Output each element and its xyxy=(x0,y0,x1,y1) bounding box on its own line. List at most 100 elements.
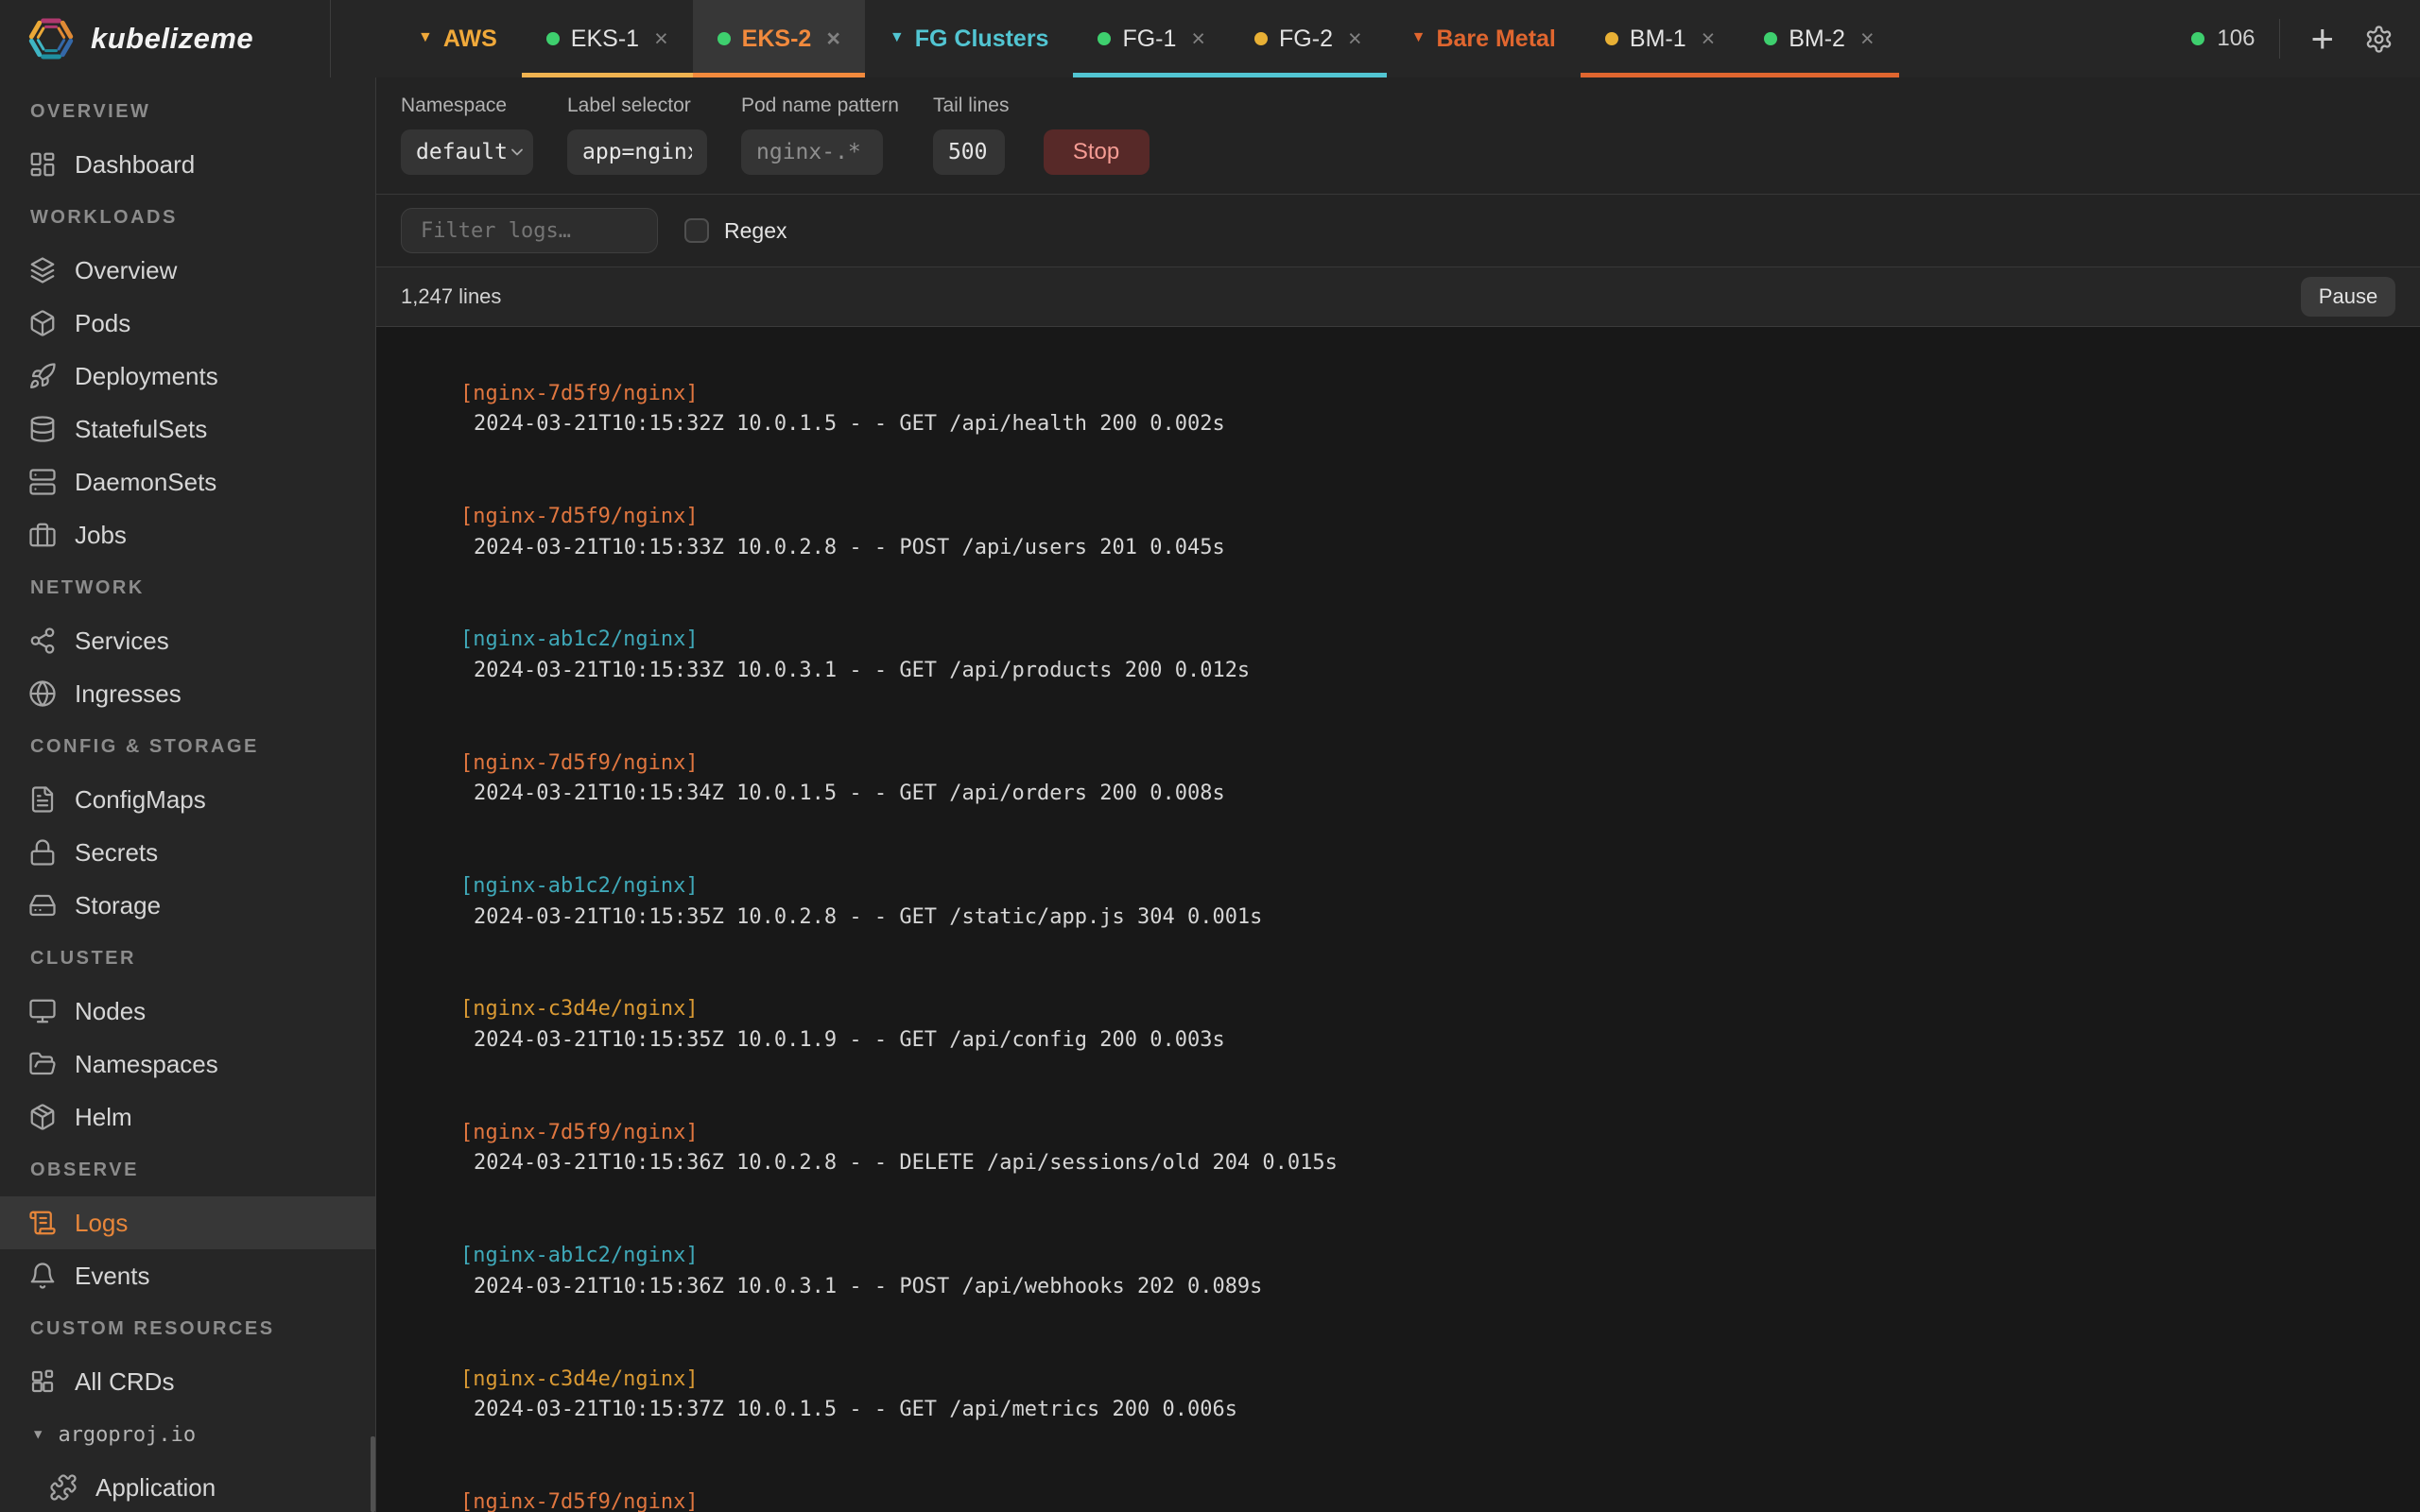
sidebar-item-deployments[interactable]: Deployments xyxy=(0,350,375,403)
sidebar-item-label: StatefulSets xyxy=(75,415,207,444)
topbar: kubelizeme ▼ AWS EKS-1 × EKS-2 × ▼ FG Cl… xyxy=(0,0,2420,77)
close-tab-icon[interactable]: × xyxy=(1860,26,1875,53)
close-tab-icon[interactable]: × xyxy=(1348,26,1362,53)
sidebar-item-argoproj-io[interactable]: ▼ argoproj.io xyxy=(0,1408,375,1461)
log-message: 2024-03-21T10:15:32Z 10.0.1.5 - - GET /a… xyxy=(474,412,1225,436)
settings-button[interactable] xyxy=(2364,25,2394,54)
add-cluster-button[interactable]: + xyxy=(2305,19,2340,59)
group-triangle-icon: ▼ xyxy=(1411,29,1426,46)
sidebar-item-pods[interactable]: Pods xyxy=(0,297,375,350)
cluster-tab-eks-1[interactable]: EKS-1 × xyxy=(522,0,693,77)
log-message: 2024-03-21T10:15:34Z 10.0.1.5 - - GET /a… xyxy=(474,782,1225,805)
pause-button[interactable]: Pause xyxy=(2301,277,2395,317)
sidebar-item-storage[interactable]: Storage xyxy=(0,879,375,932)
tab-label: FG-2 xyxy=(1279,26,1333,53)
sidebar-section-network: NETWORK xyxy=(0,561,375,614)
status-dot-icon xyxy=(546,32,560,45)
log-viewport[interactable]: [nginx-7d5f9/nginx] 2024-03-21T10:15:32Z… xyxy=(376,326,2420,1512)
status-dot-icon xyxy=(1605,32,1618,45)
cluster-group-tab-fg-clusters[interactable]: ▼ FG Clusters xyxy=(865,0,1074,77)
file-text-icon xyxy=(28,785,57,814)
sidebar-item-events[interactable]: Events xyxy=(0,1249,375,1302)
tab-label: BM-1 xyxy=(1630,26,1686,53)
sidebar-item-logs[interactable]: Logs xyxy=(0,1196,375,1249)
brand-logo-icon xyxy=(26,14,76,63)
sidebar-item-label: Application xyxy=(95,1473,216,1503)
sidebar-item-ingresses[interactable]: Ingresses xyxy=(0,667,375,720)
cluster-tab-eks-2[interactable]: EKS-2 × xyxy=(693,0,865,77)
topbar-right: 106 + xyxy=(2191,0,2420,77)
log-filter-controls: Namespace default Label selector Pod nam… xyxy=(376,77,2420,194)
chevron-down-icon xyxy=(508,143,527,162)
tab-underline xyxy=(693,73,865,77)
log-line: [nginx-c3d4e/nginx] 2024-03-21T10:15:37Z… xyxy=(410,1333,2420,1456)
tail-lines-input[interactable] xyxy=(933,129,1005,175)
sidebar-item-label: Secrets xyxy=(75,838,158,868)
log-pod-name: [nginx-c3d4e/nginx] xyxy=(460,1367,699,1391)
tab-label: BM-2 xyxy=(1789,26,1845,53)
layers-icon xyxy=(28,256,57,284)
tab-label: AWS xyxy=(443,26,497,53)
dashboard-icon xyxy=(28,150,57,179)
sidebar-item-overview[interactable]: Overview xyxy=(0,244,375,297)
briefcase-icon xyxy=(28,521,57,549)
sidebar-item-namespaces[interactable]: Namespaces xyxy=(0,1038,375,1091)
sidebar-item-secrets[interactable]: Secrets xyxy=(0,826,375,879)
status-dot-icon xyxy=(1098,32,1111,45)
sidebar-scrollbar[interactable] xyxy=(371,1436,375,1512)
tab-label: EKS-1 xyxy=(571,26,639,53)
sidebar-item-statefulsets[interactable]: StatefulSets xyxy=(0,403,375,455)
app-window: kubelizeme ▼ AWS EKS-1 × EKS-2 × ▼ FG Cl… xyxy=(0,0,2420,1512)
sidebar-item-label: Storage xyxy=(75,891,161,920)
count-value: 106 xyxy=(2217,26,2255,52)
sidebar-item-configmaps[interactable]: ConfigMaps xyxy=(0,773,375,826)
cluster-tab-fg-1[interactable]: FG-1 × xyxy=(1073,0,1230,77)
log-message: 2024-03-21T10:15:36Z 10.0.2.8 - - DELETE… xyxy=(474,1151,1338,1175)
main-panel: Namespace default Label selector Pod nam… xyxy=(376,77,2420,1512)
pod-pattern-input[interactable] xyxy=(741,129,883,175)
database-icon xyxy=(28,415,57,443)
topbar-divider xyxy=(2279,19,2280,59)
close-tab-icon[interactable]: × xyxy=(1191,26,1205,53)
namespace-select[interactable]: default xyxy=(401,129,533,175)
namespace-label: Namespace xyxy=(401,94,533,117)
label-selector-input[interactable] xyxy=(567,129,707,175)
globe-icon xyxy=(28,679,57,708)
sidebar-item-dashboard[interactable]: Dashboard xyxy=(0,138,375,191)
cluster-tab-bm-1[interactable]: BM-1 × xyxy=(1581,0,1739,77)
sidebar-item-application[interactable]: Application xyxy=(0,1461,375,1512)
tab-underline xyxy=(1230,73,1387,77)
sidebar-item-label: All CRDs xyxy=(75,1367,174,1397)
stop-button[interactable]: Stop xyxy=(1044,129,1150,175)
count-dot-icon xyxy=(2191,32,2204,45)
sidebar-item-label: Overview xyxy=(75,256,177,285)
sidebar-item-daemonsets[interactable]: DaemonSets xyxy=(0,455,375,508)
sidebar-item-helm[interactable]: Helm xyxy=(0,1091,375,1143)
log-pod-name: [nginx-7d5f9/nginx] xyxy=(460,382,699,405)
cluster-tab-fg-2[interactable]: FG-2 × xyxy=(1230,0,1387,77)
sidebar-item-label: Events xyxy=(75,1262,150,1291)
sidebar-item-label: Deployments xyxy=(75,362,218,391)
namespace-field: Namespace default xyxy=(401,94,533,175)
log-message: 2024-03-21T10:15:33Z 10.0.2.8 - - POST /… xyxy=(474,536,1225,559)
sidebar-item-all-crds[interactable]: All CRDs xyxy=(0,1355,375,1408)
sidebar-item-label: Ingresses xyxy=(75,679,182,709)
regex-checkbox[interactable] xyxy=(684,218,709,243)
close-tab-icon[interactable]: × xyxy=(826,26,840,53)
close-tab-icon[interactable]: × xyxy=(1702,26,1716,53)
sidebar-item-services[interactable]: Services xyxy=(0,614,375,667)
crd-grid-icon xyxy=(28,1367,57,1396)
sidebar-section-observe: OBSERVE xyxy=(0,1143,375,1196)
log-line: [nginx-ab1c2/nginx] 2024-03-21T10:15:36Z… xyxy=(410,1211,2420,1333)
sidebar-item-label: Logs xyxy=(75,1209,128,1238)
cluster-tab-bm-2[interactable]: BM-2 × xyxy=(1739,0,1898,77)
sidebar-item-label: Pods xyxy=(75,309,130,338)
sidebar-item-jobs[interactable]: Jobs xyxy=(0,508,375,561)
cluster-group-tab-bare-metal[interactable]: ▼ Bare Metal xyxy=(1387,0,1581,77)
close-tab-icon[interactable]: × xyxy=(654,26,668,53)
cluster-group-tab-aws[interactable]: ▼ AWS xyxy=(393,0,522,77)
sidebar-item-nodes[interactable]: Nodes xyxy=(0,985,375,1038)
sidebar-item-label: Nodes xyxy=(75,997,146,1026)
tab-label: EKS-2 xyxy=(742,26,812,53)
filter-logs-input[interactable] xyxy=(401,208,658,253)
